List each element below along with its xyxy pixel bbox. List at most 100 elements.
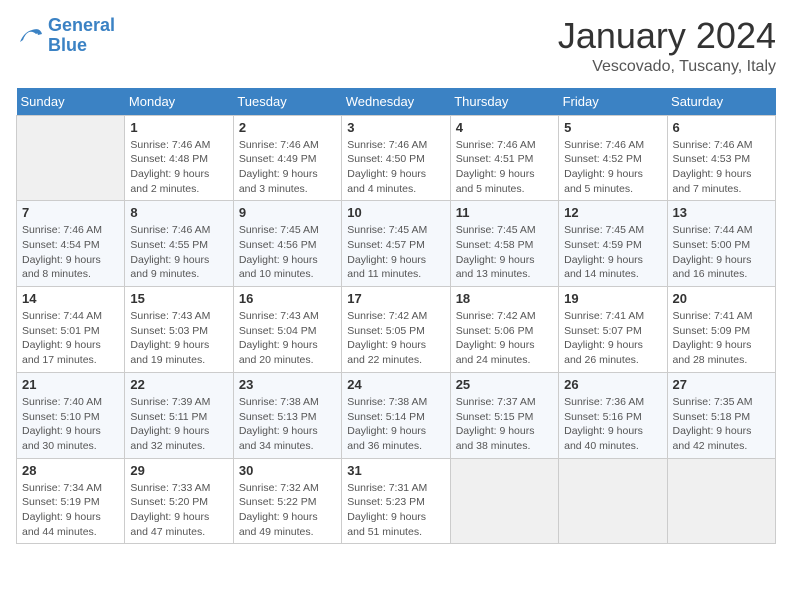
logo: General Blue xyxy=(16,16,115,56)
day-number: 10 xyxy=(347,205,444,220)
day-info: Sunrise: 7:46 AM Sunset: 4:55 PM Dayligh… xyxy=(130,223,227,282)
day-number: 13 xyxy=(673,205,770,220)
day-info: Sunrise: 7:35 AM Sunset: 5:18 PM Dayligh… xyxy=(673,395,770,454)
day-number: 23 xyxy=(239,377,336,392)
header: General Blue January 2024 Vescovado, Tus… xyxy=(16,16,776,76)
day-number: 6 xyxy=(673,120,770,135)
day-info: Sunrise: 7:45 AM Sunset: 4:57 PM Dayligh… xyxy=(347,223,444,282)
calendar-week-row: 7Sunrise: 7:46 AM Sunset: 4:54 PM Daylig… xyxy=(17,201,776,287)
calendar-cell: 9 Sunrise: 7:45 AM Sunset: 4:56 PM Daylig… xyxy=(233,201,341,287)
calendar-week-row: 14Sunrise: 7:44 AM Sunset: 5:01 PM Dayli… xyxy=(17,287,776,373)
weekday-header-row: SundayMondayTuesdayWednesdayThursdayFrid… xyxy=(17,88,776,116)
calendar-cell: 10 Sunrise: 7:45 AM Sunset: 4:57 PM Dayli… xyxy=(342,201,450,287)
calendar-cell: 15Sunrise: 7:43 AM Sunset: 5:03 PM Dayli… xyxy=(125,287,233,373)
calendar-cell: 5 Sunrise: 7:46 AM Sunset: 4:52 PM Daylig… xyxy=(559,115,667,201)
calendar-cell xyxy=(17,115,125,201)
logo-line2: Blue xyxy=(48,35,87,55)
day-info: Sunrise: 7:37 AM Sunset: 5:15 PM Dayligh… xyxy=(456,395,553,454)
day-info: Sunrise: 7:46 AM Sunset: 4:51 PM Dayligh… xyxy=(456,138,553,197)
day-number: 16 xyxy=(239,291,336,306)
calendar-cell: 22 Sunrise: 7:39 AM Sunset: 5:11 PM Dayli… xyxy=(125,372,233,458)
calendar-cell: 6Sunrise: 7:46 AM Sunset: 4:53 PM Daylig… xyxy=(667,115,775,201)
day-info: Sunrise: 7:46 AM Sunset: 4:48 PM Dayligh… xyxy=(130,138,227,197)
day-number: 25 xyxy=(456,377,553,392)
calendar-cell: 31 Sunrise: 7:31 AM Sunset: 5:23 PM Dayli… xyxy=(342,458,450,544)
calendar-cell: 27Sunrise: 7:35 AM Sunset: 5:18 PM Dayli… xyxy=(667,372,775,458)
weekday-header-saturday: Saturday xyxy=(667,88,775,116)
calendar-cell: 17 Sunrise: 7:42 AM Sunset: 5:05 PM Dayli… xyxy=(342,287,450,373)
day-number: 9 xyxy=(239,205,336,220)
day-info: Sunrise: 7:41 AM Sunset: 5:09 PM Dayligh… xyxy=(673,309,770,368)
day-number: 11 xyxy=(456,205,553,220)
day-info: Sunrise: 7:42 AM Sunset: 5:05 PM Dayligh… xyxy=(347,309,444,368)
day-info: Sunrise: 7:45 AM Sunset: 4:56 PM Dayligh… xyxy=(239,223,336,282)
calendar-week-row: 28 Sunrise: 7:34 AM Sunset: 5:19 PM Dayli… xyxy=(17,458,776,544)
day-number: 29 xyxy=(130,463,227,478)
calendar-cell: 19 Sunrise: 7:41 AM Sunset: 5:07 PM Dayli… xyxy=(559,287,667,373)
day-number: 4 xyxy=(456,120,553,135)
day-number: 21 xyxy=(22,377,119,392)
day-number: 22 xyxy=(130,377,227,392)
day-info: Sunrise: 7:34 AM Sunset: 5:19 PM Dayligh… xyxy=(22,481,119,540)
day-info: Sunrise: 7:38 AM Sunset: 5:14 PM Dayligh… xyxy=(347,395,444,454)
calendar-cell: 23 Sunrise: 7:38 AM Sunset: 5:13 PM Dayli… xyxy=(233,372,341,458)
calendar-cell: 2 Sunrise: 7:46 AM Sunset: 4:49 PM Daylig… xyxy=(233,115,341,201)
day-number: 2 xyxy=(239,120,336,135)
calendar-cell: 13Sunrise: 7:44 AM Sunset: 5:00 PM Dayli… xyxy=(667,201,775,287)
day-number: 19 xyxy=(564,291,661,306)
calendar-cell: 21 Sunrise: 7:40 AM Sunset: 5:10 PM Dayli… xyxy=(17,372,125,458)
calendar-cell: 20 Sunrise: 7:41 AM Sunset: 5:09 PM Dayli… xyxy=(667,287,775,373)
day-info: Sunrise: 7:33 AM Sunset: 5:20 PM Dayligh… xyxy=(130,481,227,540)
weekday-header-tuesday: Tuesday xyxy=(233,88,341,116)
day-info: Sunrise: 7:32 AM Sunset: 5:22 PM Dayligh… xyxy=(239,481,336,540)
day-number: 3 xyxy=(347,120,444,135)
day-info: Sunrise: 7:45 AM Sunset: 4:58 PM Dayligh… xyxy=(456,223,553,282)
day-number: 14 xyxy=(22,291,119,306)
day-number: 5 xyxy=(564,120,661,135)
title-section: January 2024 Vescovado, Tuscany, Italy xyxy=(558,16,776,76)
day-info: Sunrise: 7:46 AM Sunset: 4:54 PM Dayligh… xyxy=(22,223,119,282)
calendar-cell: 1 Sunrise: 7:46 AM Sunset: 4:48 PM Daylig… xyxy=(125,115,233,201)
day-info: Sunrise: 7:42 AM Sunset: 5:06 PM Dayligh… xyxy=(456,309,553,368)
logo-line1: General xyxy=(48,15,115,35)
day-info: Sunrise: 7:45 AM Sunset: 4:59 PM Dayligh… xyxy=(564,223,661,282)
weekday-header-wednesday: Wednesday xyxy=(342,88,450,116)
calendar-cell: 26Sunrise: 7:36 AM Sunset: 5:16 PM Dayli… xyxy=(559,372,667,458)
day-number: 1 xyxy=(130,120,227,135)
calendar-cell: 4 Sunrise: 7:46 AM Sunset: 4:51 PM Daylig… xyxy=(450,115,558,201)
calendar-cell: 30 Sunrise: 7:32 AM Sunset: 5:22 PM Dayli… xyxy=(233,458,341,544)
day-number: 24 xyxy=(347,377,444,392)
calendar-cell: 11 Sunrise: 7:45 AM Sunset: 4:58 PM Dayli… xyxy=(450,201,558,287)
calendar-week-row: 1 Sunrise: 7:46 AM Sunset: 4:48 PM Daylig… xyxy=(17,115,776,201)
calendar-cell: 18 Sunrise: 7:42 AM Sunset: 5:06 PM Dayli… xyxy=(450,287,558,373)
logo-text: General Blue xyxy=(48,16,115,56)
calendar-cell: 29 Sunrise: 7:33 AM Sunset: 5:20 PM Dayli… xyxy=(125,458,233,544)
calendar-cell: 24 Sunrise: 7:38 AM Sunset: 5:14 PM Dayli… xyxy=(342,372,450,458)
calendar-cell: 14Sunrise: 7:44 AM Sunset: 5:01 PM Dayli… xyxy=(17,287,125,373)
calendar-cell: 25 Sunrise: 7:37 AM Sunset: 5:15 PM Dayli… xyxy=(450,372,558,458)
day-info: Sunrise: 7:46 AM Sunset: 4:49 PM Dayligh… xyxy=(239,138,336,197)
weekday-header-sunday: Sunday xyxy=(17,88,125,116)
weekday-header-thursday: Thursday xyxy=(450,88,558,116)
weekday-header-monday: Monday xyxy=(125,88,233,116)
day-number: 30 xyxy=(239,463,336,478)
day-number: 31 xyxy=(347,463,444,478)
day-number: 18 xyxy=(456,291,553,306)
day-number: 17 xyxy=(347,291,444,306)
day-info: Sunrise: 7:46 AM Sunset: 4:52 PM Dayligh… xyxy=(564,138,661,197)
day-number: 20 xyxy=(673,291,770,306)
day-number: 8 xyxy=(130,205,227,220)
day-info: Sunrise: 7:36 AM Sunset: 5:16 PM Dayligh… xyxy=(564,395,661,454)
day-info: Sunrise: 7:41 AM Sunset: 5:07 PM Dayligh… xyxy=(564,309,661,368)
calendar-cell: 8 Sunrise: 7:46 AM Sunset: 4:55 PM Daylig… xyxy=(125,201,233,287)
location-title: Vescovado, Tuscany, Italy xyxy=(558,58,776,76)
day-info: Sunrise: 7:31 AM Sunset: 5:23 PM Dayligh… xyxy=(347,481,444,540)
day-number: 15 xyxy=(130,291,227,306)
calendar-cell: 16Sunrise: 7:43 AM Sunset: 5:04 PM Dayli… xyxy=(233,287,341,373)
day-info: Sunrise: 7:39 AM Sunset: 5:11 PM Dayligh… xyxy=(130,395,227,454)
month-title: January 2024 xyxy=(558,16,776,56)
day-number: 28 xyxy=(22,463,119,478)
day-info: Sunrise: 7:38 AM Sunset: 5:13 PM Dayligh… xyxy=(239,395,336,454)
calendar-cell xyxy=(667,458,775,544)
day-info: Sunrise: 7:40 AM Sunset: 5:10 PM Dayligh… xyxy=(22,395,119,454)
